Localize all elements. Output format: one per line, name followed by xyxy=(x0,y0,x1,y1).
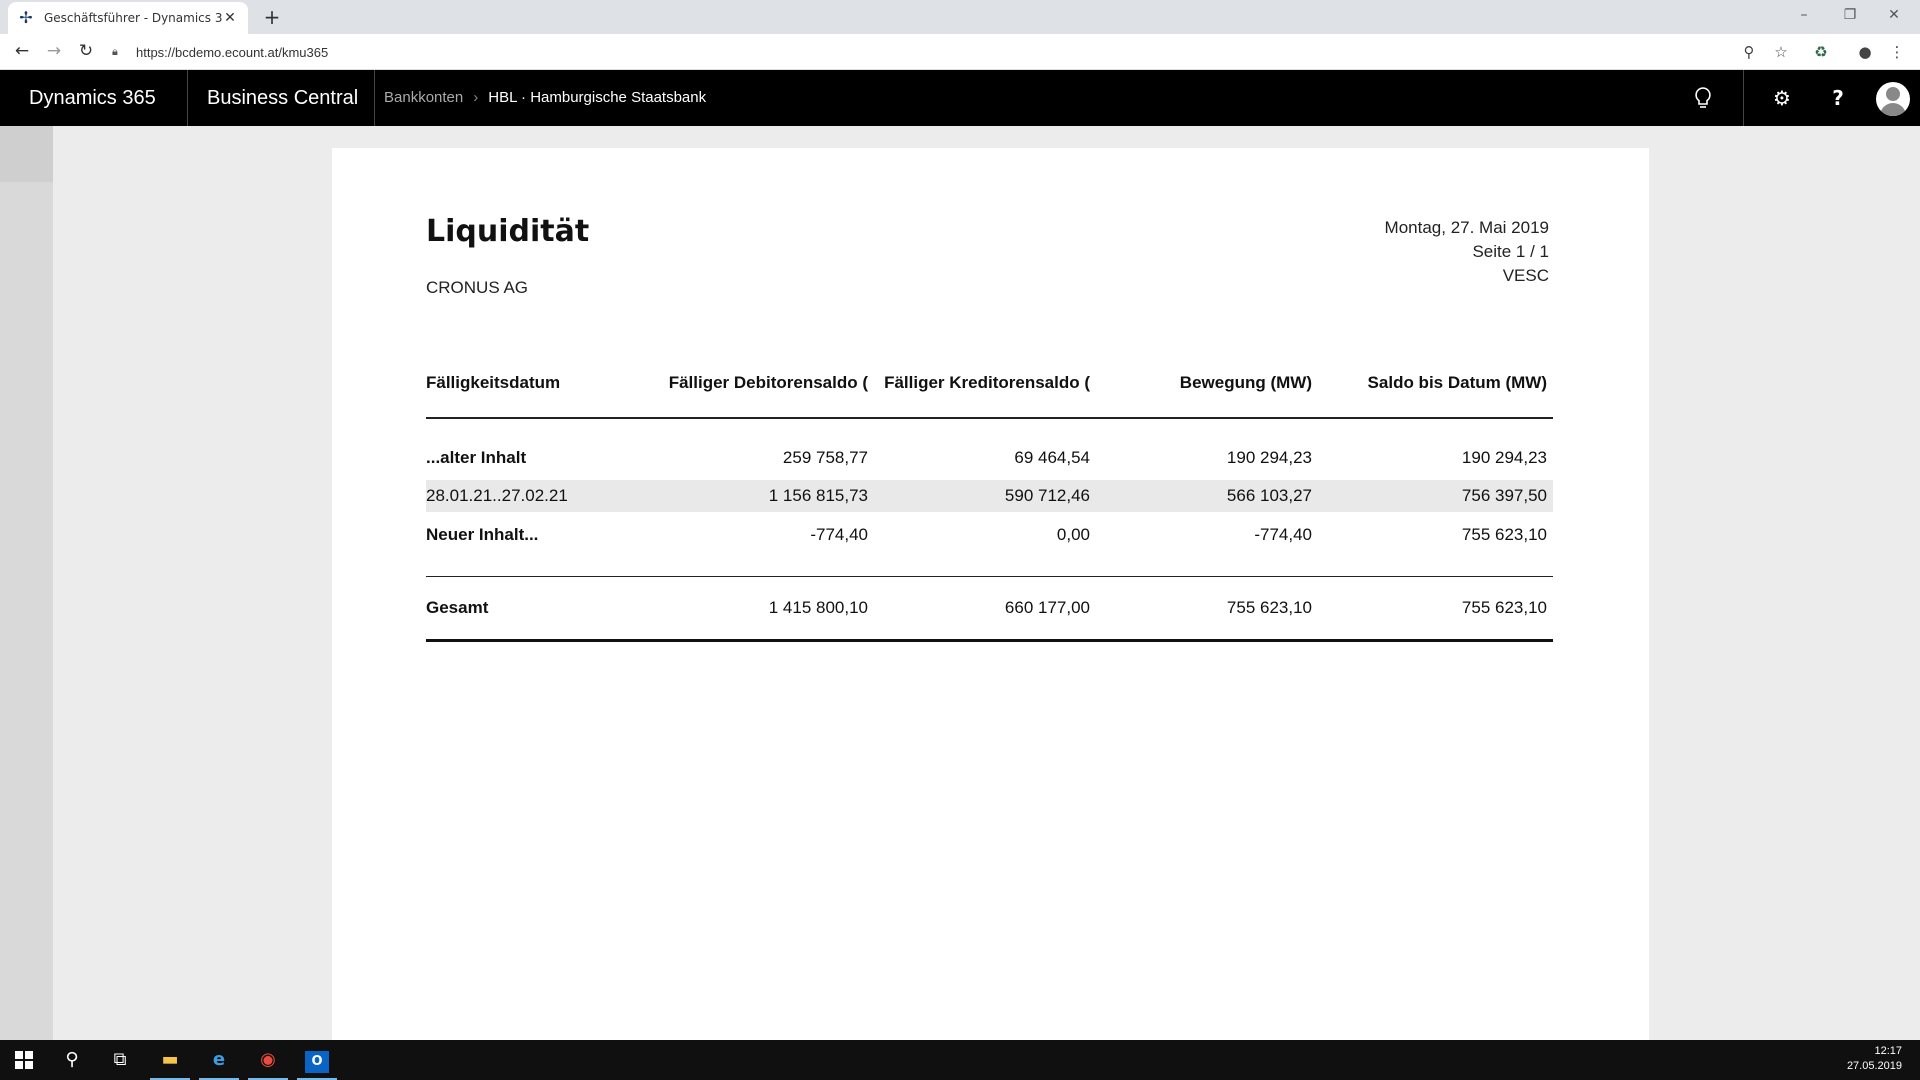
table-row: 28.01.21..27.02.21 1 156 815,73 590 712,… xyxy=(426,480,1553,512)
table-row: ...alter Inhalt 259 758,77 69 464,54 190… xyxy=(426,418,1553,480)
browser-tab-strip: ✢ Geschäftsführer - Dynamics 365 Busines… xyxy=(0,0,1920,34)
browser-toolbar: ← → ↻ 🔒︎ https://bcdemo.ecount.at/kmu365… xyxy=(0,34,1920,70)
table-cell: ...alter Inhalt xyxy=(426,447,527,467)
avatar-body xyxy=(1880,103,1906,116)
windows-start-icon[interactable] xyxy=(0,1040,48,1080)
zoom-icon[interactable]: ⚲ xyxy=(1738,41,1760,63)
report-date: Montag, 27. Mai 2019 xyxy=(1384,218,1549,237)
browser-tab[interactable]: ✢ Geschäftsführer - Dynamics 365 Busines… xyxy=(8,2,248,34)
chrome-icon[interactable]: ◉ xyxy=(244,1040,292,1080)
chevron-right-icon: › xyxy=(473,89,479,106)
clock-date: 27.05.2019 xyxy=(1846,1060,1902,1072)
new-tab-button[interactable]: + xyxy=(260,6,284,30)
extension-icon[interactable]: ♻ xyxy=(1810,41,1832,63)
table-total-row: Gesamt 1 415 800,10 660 177,00 755 623,1… xyxy=(426,576,1553,642)
breadcrumb: Bankkonten › HBL · Hamburgische Staatsbank xyxy=(384,70,706,126)
report-page-number: Seite 1 / 1 xyxy=(1472,242,1549,261)
table-cell: -774,40 xyxy=(1096,512,1318,577)
table-cell: 190 294,23 xyxy=(1226,447,1312,467)
profile-icon[interactable]: ● xyxy=(1854,41,1876,63)
system-clock[interactable]: 12:17 27.05.2019 xyxy=(1847,1044,1902,1074)
report-user: VESC xyxy=(1502,266,1549,285)
tab-title: Geschäftsführer - Dynamics 365 Business … xyxy=(44,11,222,25)
table-cell: 0,00 xyxy=(874,512,1096,577)
app-name[interactable]: Business Central xyxy=(207,70,358,126)
column-header: Saldo bis Datum (MW) xyxy=(1318,348,1553,419)
table-cell: 755 623,10 xyxy=(1318,576,1553,642)
report-company: CRONUS AG xyxy=(426,278,529,297)
table-cell: 69 464,54 xyxy=(1014,447,1090,467)
restore-window-icon[interactable]: ❐ xyxy=(1830,4,1870,28)
table-cell: 1 156 815,73 xyxy=(648,480,874,512)
lock-icon: 🔒︎ xyxy=(112,45,118,58)
app-header: Dynamics 365 Business Central Bankkonten… xyxy=(0,70,1920,126)
menu-kebab-icon[interactable]: ⋮ xyxy=(1886,41,1908,63)
back-icon[interactable]: ← xyxy=(10,40,34,64)
table-cell: 566 103,27 xyxy=(1096,480,1318,512)
help-icon[interactable]: ? xyxy=(1824,84,1852,112)
table-row: Neuer Inhalt... -774,40 0,00 -774,40 755… xyxy=(426,512,1553,577)
report-title: Liquidität xyxy=(426,214,590,249)
file-explorer-icon[interactable]: ▬ xyxy=(146,1040,194,1080)
breadcrumb-parent[interactable]: Bankkonten xyxy=(384,89,463,106)
avatar-head xyxy=(1886,87,1900,101)
report-page: Liquidität CRONUS AG Montag, 27. Mai 201… xyxy=(332,148,1649,1040)
header-divider xyxy=(1743,70,1744,126)
search-icon[interactable]: ⚲ xyxy=(48,1040,96,1080)
table-cell: 755 623,10 xyxy=(1318,512,1553,577)
internet-explorer-icon[interactable]: e xyxy=(195,1040,243,1080)
table-cell: 660 177,00 xyxy=(874,576,1096,642)
table-cell: Gesamt xyxy=(426,576,648,642)
task-view-icon[interactable]: ⧉ xyxy=(96,1040,144,1080)
close-window-icon[interactable]: ✕ xyxy=(1874,4,1914,28)
address-bar[interactable]: 🔒︎ https://bcdemo.ecount.at/kmu365 xyxy=(112,39,1754,65)
column-header: Fälligkeitsdatum xyxy=(426,348,648,419)
minimize-window-icon[interactable]: – xyxy=(1784,4,1824,28)
table-cell: 28.01.21..27.02.21 xyxy=(426,480,648,512)
lightbulb-icon[interactable] xyxy=(1689,84,1717,112)
column-header: Fälliger Debitorensaldo ( xyxy=(648,348,874,419)
header-divider xyxy=(187,70,188,126)
table-cell: 190 294,23 xyxy=(1461,447,1547,467)
address-url: https://bcdemo.ecount.at/kmu365 xyxy=(136,44,329,60)
table-cell: 756 397,50 xyxy=(1318,480,1553,512)
left-pane xyxy=(0,126,53,1040)
user-avatar[interactable] xyxy=(1876,82,1910,116)
table-header-row: Fälligkeitsdatum Fälliger Debitorensaldo… xyxy=(426,348,1553,419)
bookmark-star-icon[interactable]: ☆ xyxy=(1770,41,1792,63)
dynamics-favicon-icon: ✢ xyxy=(19,8,33,27)
table-cell: -774,40 xyxy=(648,512,874,577)
report-meta: Montag, 27. Mai 2019 Seite 1 / 1 VESC xyxy=(1385,216,1549,288)
gear-icon[interactable]: ⚙ xyxy=(1768,84,1796,112)
forward-icon[interactable]: → xyxy=(42,40,66,64)
clock-time: 12:17 xyxy=(1874,1045,1902,1057)
outlook-icon[interactable]: O xyxy=(293,1040,341,1080)
breadcrumb-current: HBL · Hamburgische Staatsbank xyxy=(488,89,707,106)
windows-taskbar: ⚲ ⧉ ▬ e ◉ O 12:17 27.05.2019 xyxy=(0,1040,1920,1080)
close-tab-icon[interactable]: ✕ xyxy=(222,10,238,26)
dynamics-brand[interactable]: Dynamics 365 xyxy=(29,70,156,126)
column-header: Fälliger Kreditorensaldo ( xyxy=(874,348,1096,419)
table-cell: 590 712,46 xyxy=(874,480,1096,512)
table-cell: 755 623,10 xyxy=(1096,576,1318,642)
table-cell: 1 415 800,10 xyxy=(648,576,874,642)
column-header: Bewegung (MW) xyxy=(1096,348,1318,419)
header-divider xyxy=(374,70,375,126)
liquidity-table: Fälligkeitsdatum Fälliger Debitorensaldo… xyxy=(426,348,1553,642)
left-pane-band xyxy=(0,126,53,182)
reload-icon[interactable]: ↻ xyxy=(74,40,98,64)
table-cell: 259 758,77 xyxy=(782,447,868,467)
table-cell: Neuer Inhalt... xyxy=(426,512,648,577)
